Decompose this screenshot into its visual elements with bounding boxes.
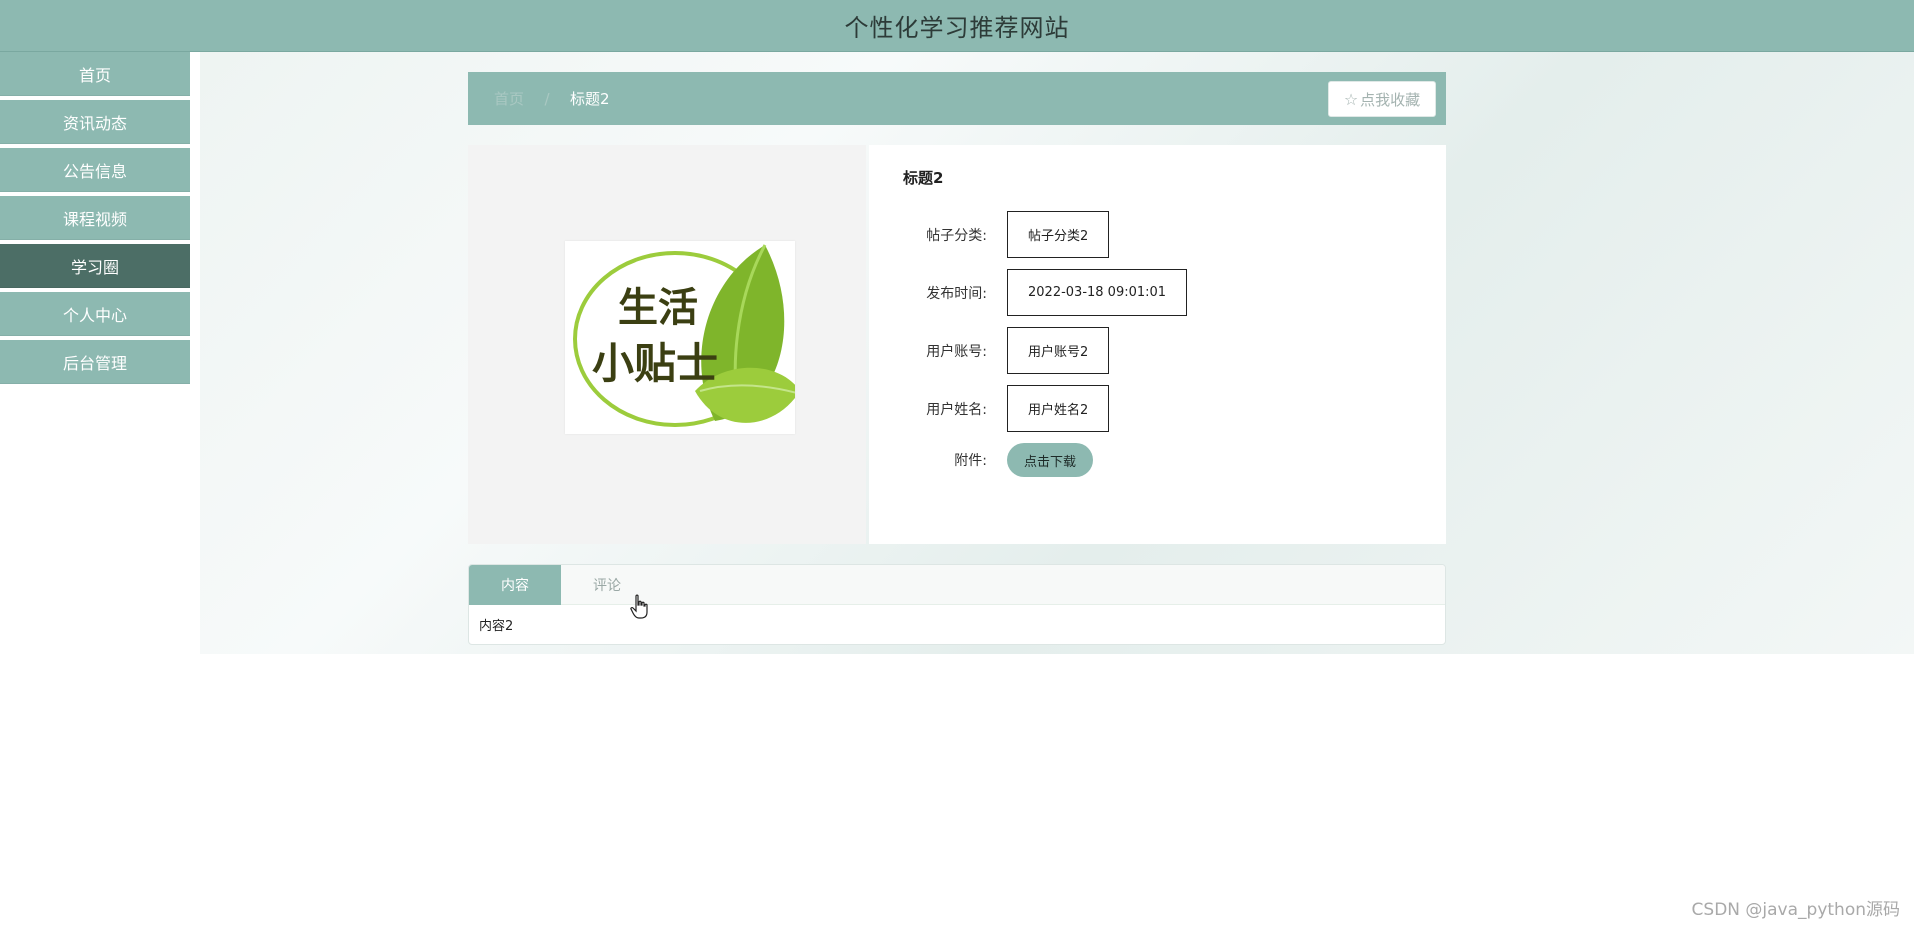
life-tips-logo-graphic: 生活 小贴士	[573, 244, 800, 427]
star-outline-icon: ☆	[1343, 89, 1359, 109]
logo-text-line1: 生活	[618, 285, 698, 331]
hand-cursor-icon	[630, 594, 648, 619]
attachment-label: 附件:	[954, 453, 987, 469]
field-value: 2022-03-18 09:01:01	[1007, 269, 1188, 316]
watermark: CSDN @java_python源码	[1691, 900, 1900, 920]
field-row-attachment: 附件: 点击下载	[869, 443, 1093, 477]
field-value: 用户账号2	[1007, 327, 1110, 374]
post-details-panel: 标题2 帖子分类: 帖子分类2 发布时间: 2022-03-18 09:01:0…	[869, 145, 1446, 544]
field-value: 帖子分类2	[1007, 211, 1110, 258]
sidebar-item-course-videos[interactable]: 课程视频	[0, 196, 190, 240]
field-label: 发布时间:	[926, 285, 987, 302]
field-row-publish-time: 发布时间: 2022-03-18 09:01:01	[869, 269, 1188, 316]
content-tabs: 内容 评论 内容2	[468, 564, 1446, 645]
tab-content-body: 内容2	[479, 619, 514, 634]
field-label: 用户姓名:	[926, 401, 987, 418]
field-value: 用户姓名2	[1007, 385, 1110, 432]
sidebar-item-study-circle[interactable]: 学习圈	[0, 244, 190, 288]
sidebar-item-personal-center[interactable]: 个人中心	[0, 292, 190, 336]
favorite-button-label: 点我收藏	[1360, 90, 1421, 109]
post-image-panel: 生活 小贴士	[468, 145, 866, 544]
sidebar-nav: 首页 资讯动态 公告信息 课程视频 学习圈 个人中心 后台管理	[0, 52, 190, 388]
site-title: 个性化学习推荐网站	[844, 14, 1070, 42]
field-row-user-account: 用户账号: 用户账号2	[869, 327, 1110, 374]
breadcrumb-current: 标题2	[570, 90, 610, 108]
field-row-user-name: 用户姓名: 用户姓名2	[869, 385, 1110, 432]
favorite-button[interactable]: ☆ 点我收藏	[1328, 81, 1436, 117]
sidebar-item-admin[interactable]: 后台管理	[0, 340, 190, 384]
sidebar-item-announcements[interactable]: 公告信息	[0, 148, 190, 192]
post-cover-image: 生活 小贴士	[565, 241, 800, 434]
post-title: 标题2	[903, 169, 944, 187]
breadcrumb-home-link[interactable]: 首页	[494, 88, 524, 109]
site-header: 个性化学习推荐网站	[0, 0, 1914, 52]
breadcrumb-separator: /	[544, 89, 550, 108]
field-label: 帖子分类:	[926, 227, 987, 244]
tab-content[interactable]: 内容	[469, 565, 561, 605]
sidebar-item-news[interactable]: 资讯动态	[0, 100, 190, 144]
field-row-category: 帖子分类: 帖子分类2	[869, 211, 1110, 258]
breadcrumb: 首页 / 标题2 ☆ 点我收藏	[468, 72, 1446, 125]
download-button[interactable]: 点击下载	[1007, 443, 1093, 477]
tab-bar: 内容 评论	[469, 565, 1445, 605]
logo-text-line2: 小贴士	[592, 339, 718, 388]
sidebar-item-home[interactable]: 首页	[0, 52, 190, 96]
field-label: 用户账号:	[926, 343, 987, 360]
